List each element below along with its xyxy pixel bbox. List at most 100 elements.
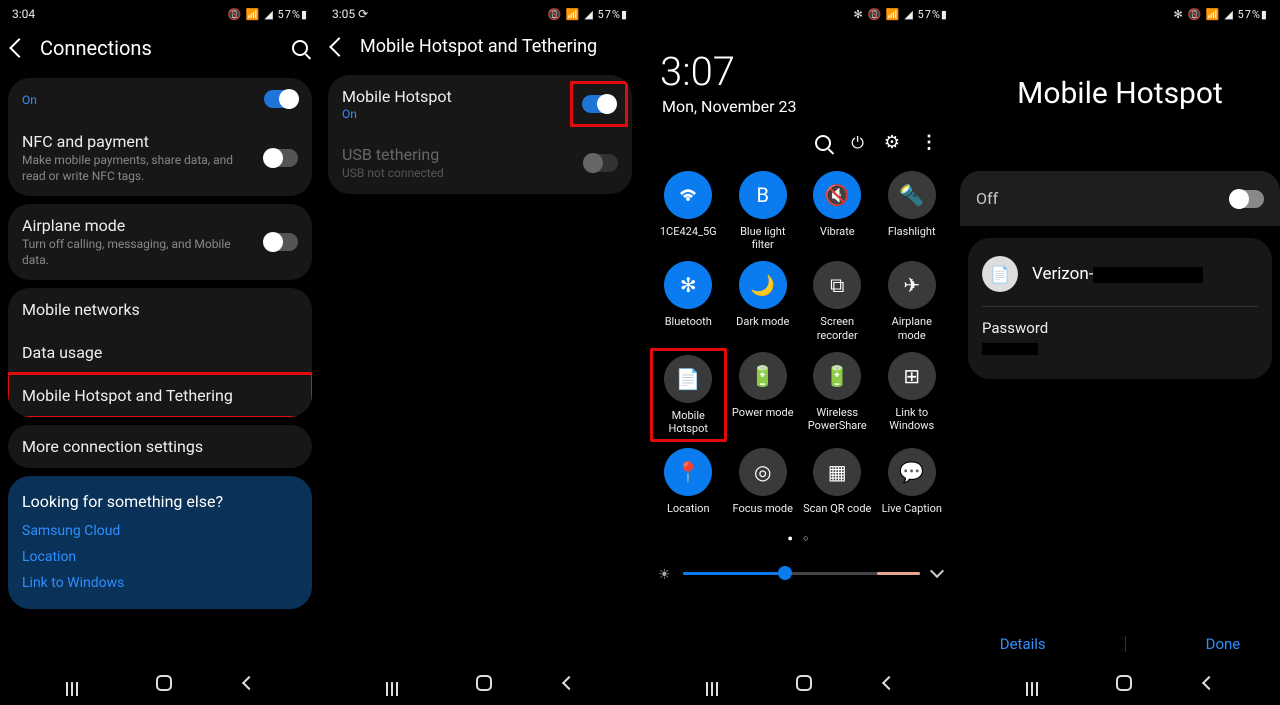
qs-tile-label: Live Caption — [878, 502, 947, 515]
hotspot-tethering-screen: 3:05 ⟳ 📵 📶 ◢ 57%▮ Mobile Hotspot and Tet… — [320, 0, 640, 705]
more-icon[interactable] — [920, 132, 938, 153]
data-usage-row[interactable]: Data usage — [8, 331, 312, 374]
brightness-icon[interactable] — [658, 564, 671, 583]
nav-home-icon[interactable] — [476, 675, 492, 691]
search-icon[interactable] — [292, 40, 308, 56]
connections-screen: 3:04 📵 📶 ◢ 57%▮ Connections On NFC and p… — [0, 0, 320, 705]
qs-tile-label: Dark mode — [729, 315, 798, 328]
qs-tile-dark-mode[interactable]: 🌙Dark mode — [729, 261, 798, 341]
card-airplane: Airplane mode Turn off calling, messagin… — [8, 204, 312, 280]
hotspot-tethering-row[interactable]: Mobile Hotspot and Tethering — [8, 374, 312, 417]
nav-back-icon[interactable] — [242, 676, 256, 690]
hotspot-master-toggle[interactable] — [1230, 190, 1264, 208]
qs-tile-1ce424-5g[interactable]: 1CE424_5G — [654, 171, 723, 251]
power-icon[interactable]: ⏻ — [851, 133, 864, 153]
bluetooth-toggle[interactable] — [264, 90, 298, 108]
qs-tile-scan-qr-code[interactable]: ▦Scan QR code — [803, 448, 872, 515]
nav-back-icon[interactable] — [882, 676, 896, 690]
nfc-row[interactable]: NFC and payment Make mobile payments, sh… — [8, 120, 312, 196]
nfc-toggle[interactable] — [264, 149, 298, 167]
qs-tile-label: Link to Windows — [878, 406, 947, 432]
clock: 3:05 ⟳ — [332, 7, 368, 21]
nav-bar — [960, 661, 1280, 705]
qs-tile-bluetooth[interactable]: ✻Bluetooth — [654, 261, 723, 341]
hotspot-state-row[interactable]: Off — [960, 171, 1280, 226]
qs-tile-blue-light-filter[interactable]: BBlue light filter — [729, 171, 798, 251]
nav-recents-icon[interactable] — [66, 682, 84, 684]
page-title: Mobile Hotspot and Tethering — [360, 36, 628, 57]
nav-home-icon[interactable] — [1116, 675, 1132, 691]
network-name: Verizon- — [1032, 264, 1093, 284]
qs-toolbar: ⏻ — [640, 126, 960, 167]
airplane-toggle[interactable] — [264, 233, 298, 251]
qs-tile-vibrate[interactable]: 🔇Vibrate — [803, 171, 872, 251]
hotspot-toggle[interactable] — [582, 95, 616, 113]
qs-tile-live-caption[interactable]: 💬Live Caption — [878, 448, 947, 515]
status-icons: ✻ 📵 📶 ◢ 57%▮ — [1174, 8, 1268, 21]
status-bar: 3:04 📵 📶 ◢ 57%▮ — [0, 0, 320, 28]
qs-tile-label: Wireless PowerShare — [803, 406, 872, 432]
more-settings-row[interactable]: More connection settings — [8, 425, 312, 468]
qs-tile-wireless-powershare[interactable]: 🔋Wireless PowerShare — [803, 352, 872, 438]
brightness-slider[interactable] — [683, 572, 920, 575]
header: Connections — [0, 28, 320, 74]
brightness-row — [640, 558, 960, 593]
tethering-card: Mobile Hotspot On USB tethering USB not … — [328, 75, 632, 194]
nav-back-icon[interactable] — [1202, 676, 1216, 690]
hotspot-avatar-icon: 📄 — [982, 256, 1018, 292]
airplane-label: Airplane mode — [22, 216, 254, 235]
link-samsung-cloud[interactable]: Samsung Cloud — [22, 523, 298, 539]
hotspot-label: Mobile Hotspot — [342, 87, 562, 106]
qs-tile-icon: ◎ — [739, 448, 787, 496]
qs-tile-icon: ✈ — [888, 261, 936, 309]
qs-tile-screen-recorder[interactable]: ⧉Screen recorder — [803, 261, 872, 341]
mobile-networks-row[interactable]: Mobile networks — [8, 288, 312, 331]
qs-tile-mobile-hotspot[interactable]: 📄Mobile Hotspot — [650, 348, 727, 442]
nav-recents-icon[interactable] — [386, 682, 404, 684]
nav-home-icon[interactable] — [796, 675, 812, 691]
link-location[interactable]: Location — [22, 549, 298, 565]
back-icon[interactable] — [329, 37, 349, 57]
big-date: Mon, November 23 — [640, 95, 960, 126]
qs-tile-label: Screen recorder — [803, 315, 872, 341]
details-button[interactable]: Details — [1000, 635, 1046, 653]
settings-icon[interactable] — [884, 132, 900, 153]
qs-tile-location[interactable]: 📍Location — [654, 448, 723, 515]
status-icons: 📵 📶 ◢ 57%▮ — [227, 8, 308, 21]
network-row[interactable]: 📄 Verizon- — [982, 256, 1258, 292]
header: Mobile Hotspot and Tethering — [320, 28, 640, 71]
nav-bar — [320, 661, 640, 705]
qs-tile-link-to-windows[interactable]: ⊞ Link to Windows — [878, 352, 947, 438]
usb-label: USB tethering — [342, 145, 574, 164]
back-icon[interactable] — [9, 38, 29, 58]
link-windows[interactable]: Link to Windows — [22, 575, 298, 591]
airplane-row[interactable]: Airplane mode Turn off calling, messagin… — [8, 204, 312, 280]
nav-home-icon[interactable] — [156, 675, 172, 691]
qs-tile-flashlight[interactable]: 🔦Flashlight — [878, 171, 947, 251]
qs-tile-focus-mode[interactable]: ◎Focus mode — [729, 448, 798, 515]
nav-recents-icon[interactable] — [1026, 682, 1044, 684]
nav-recents-icon[interactable] — [706, 682, 724, 684]
usb-toggle — [584, 154, 618, 172]
qs-tile-icon: B — [739, 171, 787, 219]
qs-tile-icon: ▦ — [813, 448, 861, 496]
qs-tile-icon: ⊞ — [888, 352, 936, 400]
bluetooth-row-tail[interactable]: On — [8, 78, 312, 120]
nfc-label: NFC and payment — [22, 132, 254, 151]
chevron-down-icon[interactable] — [930, 564, 944, 578]
qs-tile-airplane-mode[interactable]: ✈Airplane mode — [878, 261, 947, 341]
pager-dots[interactable]: ● ○ — [640, 519, 960, 558]
action-bar: Details Done — [960, 635, 1280, 653]
search-icon[interactable] — [815, 135, 831, 151]
usb-sub: USB not connected — [342, 166, 574, 182]
qs-tile-icon: 🔋 — [739, 352, 787, 400]
done-button[interactable]: Done — [1206, 635, 1241, 653]
qs-tile-power-mode[interactable]: 🔋Power mode — [729, 352, 798, 438]
quick-settings-panel: ✻ 📵 📶 ◢ 57%▮ 3:07 Mon, November 23 ⏻ 1CE… — [640, 0, 960, 705]
status-icons: ✻ 📵 📶 ◢ 57%▮ — [854, 8, 948, 21]
divider — [982, 306, 1258, 307]
clock: 3:04 — [12, 7, 35, 21]
nav-back-icon[interactable] — [562, 676, 576, 690]
card-group-1: On NFC and payment Make mobile payments,… — [8, 78, 312, 196]
mobile-hotspot-row[interactable]: Mobile Hotspot On — [328, 75, 632, 133]
